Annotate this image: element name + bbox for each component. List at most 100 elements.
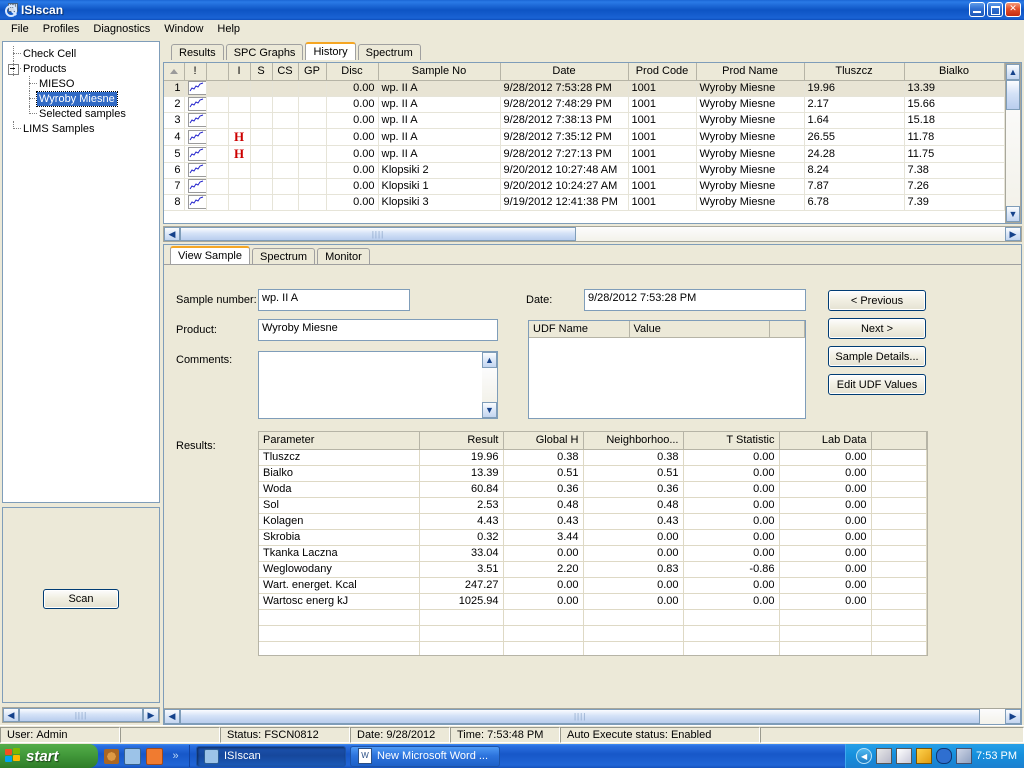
- column-header-date[interactable]: Date: [500, 63, 629, 81]
- media-icon[interactable]: [104, 748, 119, 764]
- table-row[interactable]: Bialko 13.39 0.51 0.51 0.00 0.00: [259, 465, 927, 482]
- column-header-udf-name[interactable]: UDF Name: [529, 321, 630, 338]
- cell-spectrum-icon[interactable]: [184, 112, 207, 129]
- sample-details-button[interactable]: Sample Details...: [828, 346, 926, 367]
- isiscan-icon[interactable]: [124, 747, 141, 765]
- scroll-track[interactable]: [482, 368, 497, 402]
- column-header-flag[interactable]: !: [184, 63, 207, 81]
- scroll-right-arrow-icon[interactable]: ▶: [1005, 227, 1021, 241]
- comments-scrollbar[interactable]: ▲ ▼: [482, 352, 497, 418]
- scroll-thumb[interactable]: ||||: [19, 708, 143, 722]
- cell-spectrum-icon[interactable]: [184, 145, 207, 163]
- scroll-thumb[interactable]: ||||: [180, 709, 981, 724]
- lower-horizontal-scrollbar[interactable]: ◀ |||| ▶: [164, 708, 1021, 724]
- menu-item-diagnostics[interactable]: Diagnostics: [86, 21, 157, 37]
- column-header-s[interactable]: S: [250, 63, 273, 81]
- edit-udf-values-button[interactable]: Edit UDF Values: [828, 374, 926, 395]
- scroll-track[interactable]: ||||: [180, 227, 1005, 241]
- tab-monitor[interactable]: Monitor: [317, 248, 370, 264]
- cell-spectrum-icon[interactable]: [184, 128, 207, 146]
- scroll-thumb[interactable]: [1006, 80, 1020, 110]
- chevron-double-right-icon[interactable]: »: [168, 749, 183, 764]
- scroll-right-arrow-icon[interactable]: ▶: [143, 708, 159, 722]
- spectrum-icon[interactable]: [187, 163, 205, 177]
- table-row[interactable]: Tluszcz 19.96 0.38 0.38 0.00 0.00: [259, 449, 927, 466]
- spectrum-icon[interactable]: [187, 113, 205, 127]
- task-button-word[interactable]: W New Microsoft Word ...: [350, 745, 500, 767]
- results-table[interactable]: Parameter Result Global H Neighborhoo...…: [258, 431, 928, 656]
- scroll-thumb[interactable]: ||||: [180, 227, 576, 241]
- column-header-prod-code[interactable]: Prod Code: [628, 63, 697, 81]
- product-input[interactable]: Wyroby Miesne: [258, 319, 498, 341]
- spectrum-icon[interactable]: [187, 129, 205, 144]
- display-icon[interactable]: [916, 748, 933, 764]
- table-row[interactable]: 5 H 0.00 wp. II A 9/28/2012 7:27:13 PM 1001 Wy…: [164, 145, 1005, 163]
- volume-icon[interactable]: [876, 748, 893, 764]
- column-header-disc[interactable]: Disc: [326, 63, 379, 81]
- next-button[interactable]: Next >: [828, 318, 926, 339]
- scroll-left-arrow-icon[interactable]: ◀: [164, 709, 180, 724]
- menu-item-window[interactable]: Window: [157, 21, 210, 37]
- column-header-gp[interactable]: GP: [298, 63, 327, 81]
- table-row[interactable]: 7 0.00 Klopsiki 1 9/20/2012 10:24:27 AM 1001…: [164, 178, 1005, 195]
- column-header-results-extra[interactable]: [871, 432, 927, 450]
- table-row[interactable]: Kolagen 4.43 0.43 0.43 0.00 0.00: [259, 513, 927, 530]
- table-row[interactable]: Skrobia 0.32 3.44 0.00 0.00 0.00: [259, 529, 927, 546]
- tray-clock[interactable]: 7:53 PM: [976, 750, 1017, 762]
- task-scheduler-icon[interactable]: [896, 748, 913, 764]
- tree-item-wyroby-miesne[interactable]: Wyroby Miesne: [5, 90, 157, 107]
- spectrum-icon[interactable]: [187, 81, 205, 95]
- tree-item-mieso[interactable]: MIESO: [5, 76, 157, 91]
- column-header-bialko[interactable]: Bialko: [904, 63, 1005, 81]
- table-row[interactable]: 3 0.00 wp. II A 9/28/2012 7:38:13 PM 1001 Wyr…: [164, 112, 1005, 129]
- tab-view-sample[interactable]: View Sample: [170, 246, 250, 264]
- table-row[interactable]: Sol 2.53 0.48 0.48 0.00 0.00: [259, 497, 927, 514]
- history-vertical-scrollbar[interactable]: ▲ ▼: [1005, 63, 1021, 223]
- tab-spectrum[interactable]: Spectrum: [357, 44, 421, 60]
- column-header-t-statistic[interactable]: T Statistic: [683, 432, 780, 450]
- scroll-track[interactable]: [1006, 80, 1020, 206]
- comments-textarea[interactable]: ▲ ▼: [258, 351, 498, 419]
- left-horizontal-scrollbar[interactable]: ◀ |||| ▶: [2, 707, 160, 723]
- table-row[interactable]: 1 0.00 wp. II A 9/28/2012 7:53:28 PM 1001 Wyr…: [164, 80, 1005, 97]
- tab-history[interactable]: History: [305, 42, 356, 60]
- scroll-down-arrow-icon[interactable]: ▼: [1006, 206, 1020, 222]
- table-row[interactable]: Wartosc energ kJ 1025.94 0.00 0.00 0.00 0.00: [259, 593, 927, 610]
- table-row[interactable]: Tkanka Laczna 33.04 0.00 0.00 0.00 0.00: [259, 545, 927, 562]
- table-row[interactable]: 6 0.00 Klopsiki 2 9/20/2012 10:27:48 AM 1001…: [164, 162, 1005, 179]
- column-header-blank[interactable]: [206, 63, 229, 81]
- grid-app-icon[interactable]: [146, 747, 163, 765]
- navigation-tree[interactable]: Check Cell Products MIESO Wyroby Miesne: [2, 41, 160, 503]
- network-icon[interactable]: [956, 748, 973, 764]
- column-header-sample-no[interactable]: Sample No: [378, 63, 501, 81]
- spectrum-icon[interactable]: [187, 179, 205, 193]
- cell-spectrum-icon[interactable]: [184, 194, 207, 211]
- scroll-track[interactable]: ||||: [180, 709, 1005, 724]
- column-header-tluszcz[interactable]: Tluszcz: [804, 63, 905, 81]
- table-row[interactable]: 4 H 0.00 wp. II A 9/28/2012 7:35:12 PM 1001 Wy…: [164, 128, 1005, 146]
- column-header-lab-data[interactable]: Lab Data: [779, 432, 872, 450]
- start-button[interactable]: start: [0, 744, 98, 768]
- column-header-sort[interactable]: [164, 63, 185, 81]
- spectrum-icon[interactable]: [187, 97, 205, 111]
- chevron-left-icon[interactable]: ◀: [856, 748, 873, 764]
- column-header-prod-name[interactable]: Prod Name: [696, 63, 805, 81]
- scroll-up-arrow-icon[interactable]: ▲: [1006, 64, 1020, 80]
- column-header-result[interactable]: Result: [419, 432, 504, 450]
- history-grid[interactable]: ! I S CS GP Disc Sample No Date Prod Cod…: [163, 62, 1022, 224]
- scan-button[interactable]: Scan: [43, 589, 119, 609]
- tree-item-lims-samples[interactable]: LIMS Samples: [5, 121, 157, 136]
- scroll-left-arrow-icon[interactable]: ◀: [3, 708, 19, 722]
- cell-spectrum-icon[interactable]: [184, 80, 207, 97]
- spectrum-icon[interactable]: [187, 146, 205, 161]
- column-header-i[interactable]: I: [228, 63, 251, 81]
- cell-spectrum-icon[interactable]: [184, 178, 207, 195]
- column-header-parameter[interactable]: Parameter: [259, 432, 420, 450]
- column-header-neighborhood[interactable]: Neighborhoo...: [583, 432, 684, 450]
- minimize-button[interactable]: [969, 2, 985, 17]
- tree-item-check-cell[interactable]: Check Cell: [5, 46, 157, 61]
- tree-item-products[interactable]: Products: [5, 61, 157, 76]
- tab-spc-graphs[interactable]: SPC Graphs: [225, 44, 304, 60]
- previous-button[interactable]: < Previous: [828, 290, 926, 311]
- cell-spectrum-icon[interactable]: [184, 96, 207, 113]
